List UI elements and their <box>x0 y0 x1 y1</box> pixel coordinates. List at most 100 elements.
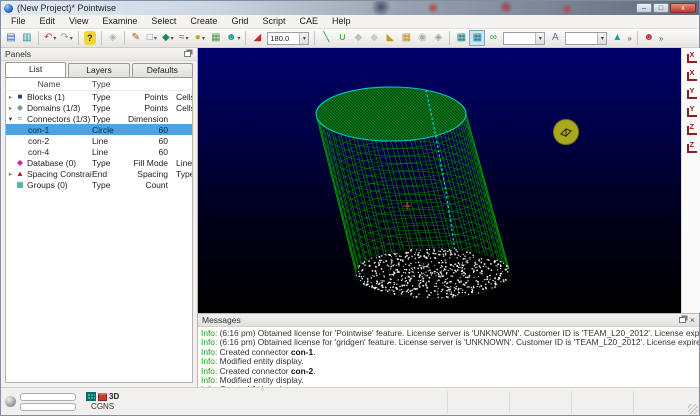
combo-dropdown-icon[interactable]: ▾ <box>597 33 606 44</box>
line-curve-button[interactable]: ╲ <box>318 30 334 46</box>
paint-button[interactable]: ✎ <box>128 30 144 46</box>
rotation-angle-icon[interactable]: ◢ <box>249 30 265 46</box>
menu-cae[interactable]: CAE <box>292 15 325 28</box>
combo-dropdown-icon[interactable]: ▾ <box>299 33 308 44</box>
toolbar: ▤▥↶▾↷▾?◈✎□▾◆▾≈▾●▾▦☻▾◢180.0▾╲∪◆◆◣▦◉◈▦▦∞▾A… <box>1 29 699 48</box>
tree-expander-icon[interactable]: ▾ <box>6 115 15 123</box>
open-icon: ▥ <box>22 31 31 45</box>
window-resize-grip[interactable] <box>688 404 698 414</box>
structured-grid-button[interactable]: ▦ <box>453 30 469 46</box>
help-button[interactable]: ? <box>82 30 98 46</box>
sphere-tool-button[interactable]: ●▾ <box>192 30 208 46</box>
dropdown-arrow-icon[interactable]: ▾ <box>237 35 240 42</box>
toolbar-separator <box>449 31 450 45</box>
messages-close-icon[interactable]: × <box>690 316 695 325</box>
display-viewport[interactable] <box>198 48 681 313</box>
tab-layers[interactable]: Layers <box>68 63 129 77</box>
toolbar-overflow-2[interactable]: » <box>657 34 665 43</box>
menu-create[interactable]: Create <box>183 15 224 28</box>
tree-row-con-2[interactable]: con-2Line60 <box>6 135 192 146</box>
connector-tool-button[interactable]: ≈▾ <box>176 30 192 46</box>
label-dimension-button[interactable]: A <box>547 30 563 46</box>
tab-list[interactable]: List <box>5 62 66 77</box>
undo-button[interactable]: ↶▾ <box>42 30 58 46</box>
view-minus-x-button[interactable]: X <box>684 68 700 85</box>
save-button[interactable]: ▤ <box>3 30 19 46</box>
sphere-grey-button[interactable]: ◉ <box>414 30 430 46</box>
toolbar-overflow-1[interactable]: » <box>625 34 633 43</box>
messages-title-bar: Messages × <box>198 314 699 327</box>
tree-row-con-4[interactable]: con-4Line60 <box>6 146 192 157</box>
arc-curve-button[interactable]: ∪ <box>334 30 350 46</box>
status-bar: 3D CGNS <box>1 387 699 415</box>
tree-header-name: Name <box>6 79 92 90</box>
tree-expander-icon[interactable]: ▸ <box>6 104 15 112</box>
tree-row-connectors-1-3[interactable]: ▾≈Connectors (1/3)TypeDimension <box>6 113 192 124</box>
spacing-combo[interactable]: ▾ <box>565 32 607 45</box>
tree-expander-icon[interactable]: ▸ <box>6 93 15 101</box>
view-plus-y-button[interactable]: Y <box>684 86 700 103</box>
render-style-button[interactable]: ◈ <box>105 30 121 46</box>
brick-button[interactable]: ▦ <box>398 30 414 46</box>
maximize-button[interactable]: □ <box>653 3 669 13</box>
tab-defaults[interactable]: Defaults <box>132 63 193 77</box>
menu-grid[interactable]: Grid <box>224 15 255 28</box>
view-minus-z-button[interactable]: Z <box>684 140 700 157</box>
tree-entity-icon: ◆ <box>15 158 25 167</box>
toolbar-separator <box>78 31 79 45</box>
messages-log[interactable]: Info: (6:16 pm) Obtained license for 'Po… <box>198 327 699 387</box>
wedge-button[interactable]: ◣ <box>382 30 398 46</box>
menu-file[interactable]: File <box>4 15 33 28</box>
redo-button[interactable]: ↷▾ <box>58 30 74 46</box>
close-button[interactable]: x <box>670 3 696 13</box>
mask-tool-button[interactable]: ☻▾ <box>224 30 243 46</box>
label-dimension-icon: A <box>552 31 559 45</box>
dropdown-arrow-icon[interactable]: ▾ <box>171 35 174 42</box>
rotation-angle-combo[interactable]: 180.0▾ <box>267 32 309 45</box>
dropdown-arrow-icon[interactable]: ▾ <box>202 35 205 42</box>
unstructured-grid-button[interactable]: ▦ <box>469 30 485 46</box>
app-icon <box>4 4 13 13</box>
tree-row-con-1[interactable]: con-1Circle60 <box>6 124 192 135</box>
view-minus-y-button[interactable]: Y <box>684 104 700 121</box>
open-button[interactable]: ▥ <box>19 30 35 46</box>
status-cell <box>509 391 571 413</box>
tree-row-database-0[interactable]: ◆Database (0)TypeFill ModeLine ... <box>6 157 192 168</box>
dimension-button[interactable]: ∞ <box>485 30 501 46</box>
extrude-button[interactable]: ▲ <box>609 30 625 46</box>
image-tool-button[interactable]: ▦ <box>208 30 224 46</box>
tree-col-value: Dimension <box>128 114 172 124</box>
unstructured-grid-icon: ▦ <box>473 31 482 45</box>
menu-script[interactable]: Script <box>255 15 292 28</box>
domain-tool-button[interactable]: ◆▾ <box>160 30 176 46</box>
tree-row-domains-1-3[interactable]: ▸◆Domains (1/3)TypePointsCells <box>6 102 192 113</box>
surface-button-1[interactable]: ◆ <box>350 30 366 46</box>
menu-select[interactable]: Select <box>144 15 183 28</box>
tree-row-spacing-constrai[interactable]: ▸▲Spacing Constrai...EndSpacingType <box>6 168 192 179</box>
tree-expander-icon[interactable]: ▸ <box>6 170 15 178</box>
dropdown-arrow-icon[interactable]: ▾ <box>70 35 73 42</box>
panels-float-icon[interactable] <box>184 51 191 57</box>
cube-tool-button[interactable]: □▾ <box>144 30 160 46</box>
wedge-grey-button[interactable]: ◈ <box>430 30 446 46</box>
rotate-cursor <box>554 120 579 145</box>
help-icon: ? <box>84 31 96 45</box>
tree-row-blocks-1[interactable]: ▸■Blocks (1)TypePointsCells <box>6 91 192 102</box>
messages-float-icon[interactable] <box>679 317 686 323</box>
cae-mask-button[interactable]: ☻ <box>641 30 657 46</box>
dropdown-arrow-icon[interactable]: ▾ <box>154 35 157 42</box>
tree-row-groups-0[interactable]: ▦Groups (0)TypeCount <box>6 179 192 190</box>
view-plus-x-button[interactable]: X <box>684 50 700 67</box>
surface-button-2[interactable]: ◆ <box>366 30 382 46</box>
menu-examine[interactable]: Examine <box>95 15 144 28</box>
title-bar[interactable]: (New Project)* Pointwise – □ x <box>1 1 699 15</box>
dropdown-arrow-icon[interactable]: ▾ <box>53 35 56 42</box>
menu-edit[interactable]: Edit <box>33 15 63 28</box>
dimension-combo[interactable]: ▾ <box>503 32 545 45</box>
view-plus-z-button[interactable]: Z <box>684 122 700 139</box>
menu-view[interactable]: View <box>62 15 95 28</box>
combo-dropdown-icon[interactable]: ▾ <box>535 33 544 44</box>
minimize-button[interactable]: – <box>636 3 652 13</box>
dropdown-arrow-icon[interactable]: ▾ <box>186 35 189 42</box>
menu-help[interactable]: Help <box>325 15 358 28</box>
